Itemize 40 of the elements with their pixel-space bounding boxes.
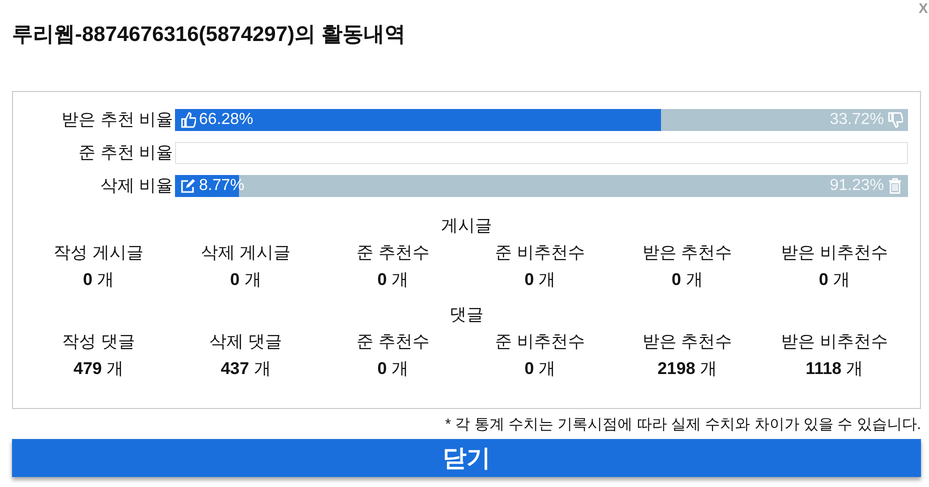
stat-label: 작성 댓글 [62, 331, 135, 353]
ratio-label: 준 추천 비율 [78, 142, 174, 164]
stat-value: 0 개 [82, 269, 114, 291]
stat-value: 1118 개 [806, 358, 864, 380]
dialog-title: 루리웹-8874676316(5874297)의 활동내역 [12, 22, 406, 48]
stat-value: 0 개 [524, 358, 556, 380]
stat-label: 준 비추천수 [495, 331, 585, 353]
edit-icon [180, 178, 196, 194]
stat-value: 0 개 [377, 358, 409, 380]
ratio-percent: 66.28% [199, 110, 254, 128]
section-heading: 댓글 [448, 304, 484, 326]
ratio-percent: 91.23% [830, 176, 884, 194]
stat-label: 받은 비추천수 [781, 242, 888, 264]
trash-icon [887, 178, 903, 194]
stat-value: 479 개 [74, 358, 124, 380]
section-heading: 게시글 [440, 215, 493, 237]
close-button[interactable]: X [918, 0, 929, 16]
stat-label: 작성 게시글 [54, 242, 144, 264]
ratio-percent: 33.72% [830, 110, 884, 128]
stat-label: 받은 추천수 [642, 242, 732, 264]
thumbs-down-icon [887, 112, 903, 128]
stat-label: 받은 비추천수 [781, 331, 888, 353]
stat-value: 437 개 [220, 358, 271, 380]
stat-label: 준 비추천수 [495, 242, 585, 264]
ratio-label: 받은 추천 비율 [60, 109, 174, 131]
stat-label: 준 추천수 [356, 242, 430, 264]
stat-value: 2198 개 [657, 358, 718, 380]
stat-label: 삭제 게시글 [200, 242, 291, 264]
thumbs-up-icon [180, 112, 196, 128]
stat-label: 삭제 댓글 [209, 331, 282, 353]
stat-value: 0 개 [230, 269, 262, 291]
stat-label: 받은 추천수 [642, 331, 732, 353]
disclaimer-note: * 각 통계 수치는 기록시점에 따라 실제 수치와 차이가 있을 수 있습니다. [444, 415, 922, 434]
stat-value: 0 개 [524, 269, 556, 291]
close-button[interactable]: 닫기 [12, 439, 921, 477]
stat-value: 0 개 [818, 269, 850, 291]
ratio-label: 삭제 비율 [99, 175, 174, 197]
stat-value: 0 개 [672, 269, 703, 291]
stat-label: 준 추천수 [356, 331, 430, 353]
stat-value: 0 개 [377, 269, 409, 291]
